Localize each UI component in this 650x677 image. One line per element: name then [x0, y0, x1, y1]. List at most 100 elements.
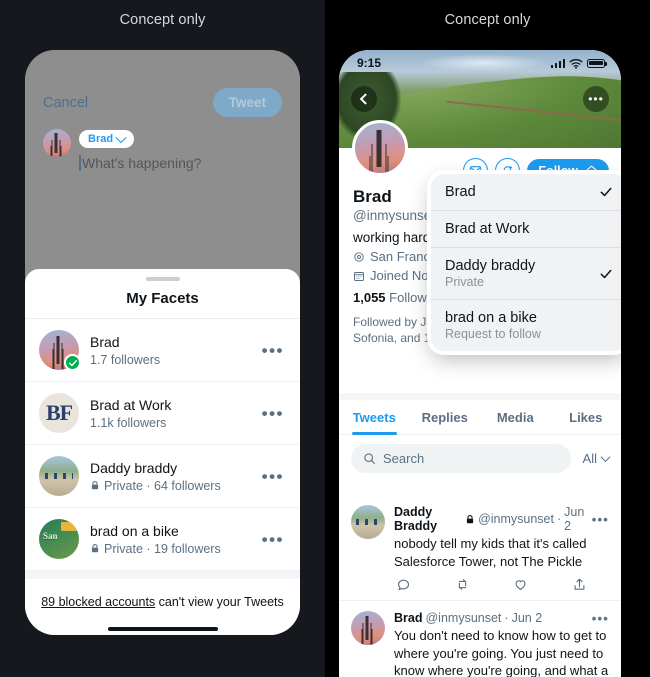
- facet-meta: brad on a bike Private · 19 followers: [90, 522, 249, 556]
- menu-item-sublabel: Request to follow: [445, 327, 541, 341]
- tweet-text: You don't need to know how to get to whe…: [394, 627, 609, 677]
- avatar[interactable]: [352, 120, 408, 176]
- tab-replies[interactable]: Replies: [410, 400, 481, 434]
- tweet-handle: @inmysunset: [425, 611, 502, 626]
- wifi-icon: [569, 58, 583, 69]
- table-row[interactable]: Daddy Braddy @inmysunset · Jun 2 ••• nob…: [339, 495, 621, 602]
- list-item[interactable]: San brad on a bike Private · 19 follower…: [25, 508, 300, 571]
- facet-sub: 1.7 followers: [90, 353, 249, 367]
- menu-item-texts: Daddy braddy Private: [445, 258, 535, 289]
- tab-media[interactable]: Media: [480, 400, 551, 434]
- list-item[interactable]: Brad 1.7 followers •••: [25, 319, 300, 382]
- tweet-button[interactable]: Tweet: [212, 88, 282, 117]
- facet-meta: Brad 1.7 followers: [90, 333, 249, 367]
- search-input[interactable]: Search: [351, 444, 571, 473]
- reply-icon[interactable]: [396, 577, 411, 592]
- tweet-body: Brad @inmysunset · Jun 2 ••• You don't n…: [394, 611, 609, 677]
- left-pane: Concept only Cancel Tweet Brad What's ha…: [0, 0, 325, 677]
- table-row[interactable]: Brad @inmysunset · Jun 2 ••• You don't n…: [339, 601, 621, 677]
- left-phone-frame: Cancel Tweet Brad What's happening? My F…: [25, 50, 300, 635]
- tweet-list: Daddy Braddy @inmysunset · Jun 2 ••• nob…: [339, 495, 621, 677]
- tweet-sep: ·: [504, 611, 509, 626]
- menu-item-label: brad on a bike: [445, 310, 537, 326]
- facet-name: brad on a bike: [90, 523, 179, 540]
- list-item[interactable]: BF Brad at Work 1.1k followers •••: [25, 382, 300, 445]
- menu-item-sublabel: Private: [445, 275, 484, 289]
- checkmark-icon: [600, 269, 612, 278]
- composer-placeholder: What's happening?: [82, 155, 202, 171]
- more-dots-icon[interactable]: •••: [592, 612, 609, 625]
- list-item[interactable]: Daddy braddy Private · 64 followers •••: [25, 445, 300, 508]
- calendar-icon: [354, 271, 364, 281]
- tweet-handle: @inmysunset: [478, 512, 554, 526]
- menu-item[interactable]: brad on a bike Request to follow: [431, 300, 621, 351]
- blocked-accounts-link[interactable]: 89 blocked accounts: [41, 595, 155, 609]
- share-icon[interactable]: [572, 577, 587, 592]
- like-icon[interactable]: [513, 577, 528, 592]
- tweet-text: nobody tell my kids that it's called Sal…: [394, 536, 587, 569]
- right-concept-label: Concept only: [444, 12, 531, 28]
- screenshot-root: Concept only Cancel Tweet Brad What's ha…: [0, 0, 650, 677]
- banner-more-dots-icon[interactable]: •••: [583, 86, 609, 112]
- menu-item[interactable]: Brad at Work: [431, 211, 621, 248]
- chevron-down-icon: [115, 131, 127, 144]
- more-dots-icon[interactable]: •••: [260, 468, 286, 485]
- tweet-text-main: You don't need to know how to get to whe…: [394, 628, 609, 677]
- sunset-tower-avatar[interactable]: [351, 611, 385, 646]
- facet-avatar: San: [39, 519, 79, 559]
- cancel-button[interactable]: Cancel: [43, 95, 88, 111]
- menu-item-texts: Brad: [445, 184, 476, 200]
- more-dots-icon[interactable]: •••: [260, 342, 286, 359]
- lock-icon: [466, 514, 474, 523]
- facet-avatar: [39, 330, 81, 371]
- chevron-down-icon: [600, 452, 611, 463]
- tweet-header: Brad @inmysunset · Jun 2 •••: [394, 611, 609, 625]
- more-dots-icon[interactable]: •••: [592, 513, 609, 526]
- facet-avatar: [39, 456, 79, 496]
- tab-tweets[interactable]: Tweets: [339, 400, 410, 435]
- search-icon: [364, 453, 375, 464]
- lock-icon: [91, 544, 99, 553]
- blocked-accounts-rest: can't view your Tweets: [155, 595, 284, 609]
- my-facets-sheet: My Facets Brad 1.7 followers ••• BF Brad…: [25, 269, 300, 635]
- composer-avatar: [43, 129, 71, 157]
- following-count: 1,055: [353, 290, 386, 305]
- bike-ride-avatar[interactable]: [351, 505, 385, 539]
- menu-item[interactable]: Brad: [431, 174, 621, 211]
- bike-ride-avatar: [39, 456, 79, 496]
- more-dots-icon[interactable]: •••: [260, 405, 286, 422]
- profile-tabs: Tweets Replies Media Likes: [339, 400, 621, 435]
- checkmark-icon: [68, 359, 77, 366]
- profile-tabs-band: Tweets Replies Media Likes Search All: [339, 393, 621, 482]
- facet-followers: 1.7 followers: [90, 352, 161, 367]
- location-pin-icon: [354, 251, 364, 262]
- back-chevron-icon[interactable]: [351, 86, 377, 112]
- facet-list: Brad 1.7 followers ••• BF Brad at Work 1…: [25, 319, 300, 635]
- composer-input-row[interactable]: What's happening?: [79, 155, 282, 171]
- text-caret: [79, 155, 81, 171]
- menu-item[interactable]: Daddy braddy Private: [431, 248, 621, 300]
- status-time: 9:15: [357, 56, 382, 70]
- verified-check-badge: [64, 354, 81, 371]
- lock-icon: [91, 481, 99, 490]
- tab-likes[interactable]: Likes: [551, 400, 622, 434]
- right-pane: Concept only 9:15 ••• Follow Brad @inmys…: [325, 0, 650, 677]
- facet-name: Daddy braddy: [90, 460, 178, 477]
- more-dots-icon[interactable]: •••: [260, 531, 286, 548]
- retweet-icon[interactable]: [455, 577, 470, 592]
- facet-sub: Private · 19 followers: [90, 542, 249, 556]
- cellular-signal-icon: [550, 58, 565, 68]
- tweet-author: Daddy Braddy: [394, 505, 438, 533]
- search-filter-label: All: [582, 451, 597, 466]
- tweet-author: Brad: [394, 611, 423, 626]
- left-concept-label: Concept only: [119, 12, 206, 28]
- blocked-accounts-text: 89 blocked accounts can't view your Twee…: [41, 595, 284, 609]
- facet-switcher-menu: Brad Brad at Work Daddy braddy Private b…: [431, 174, 621, 351]
- tweet-header: Daddy Braddy @inmysunset · Jun 2 •••: [394, 505, 609, 533]
- facet-sub: 1.1k followers: [90, 416, 249, 430]
- menu-item-label: Brad at Work: [445, 221, 530, 237]
- facet-meta: Brad at Work 1.1k followers: [90, 396, 249, 430]
- sign-text: San: [43, 531, 58, 541]
- search-filter-select[interactable]: All: [571, 451, 611, 466]
- composer-facet-selector[interactable]: Brad: [79, 130, 135, 148]
